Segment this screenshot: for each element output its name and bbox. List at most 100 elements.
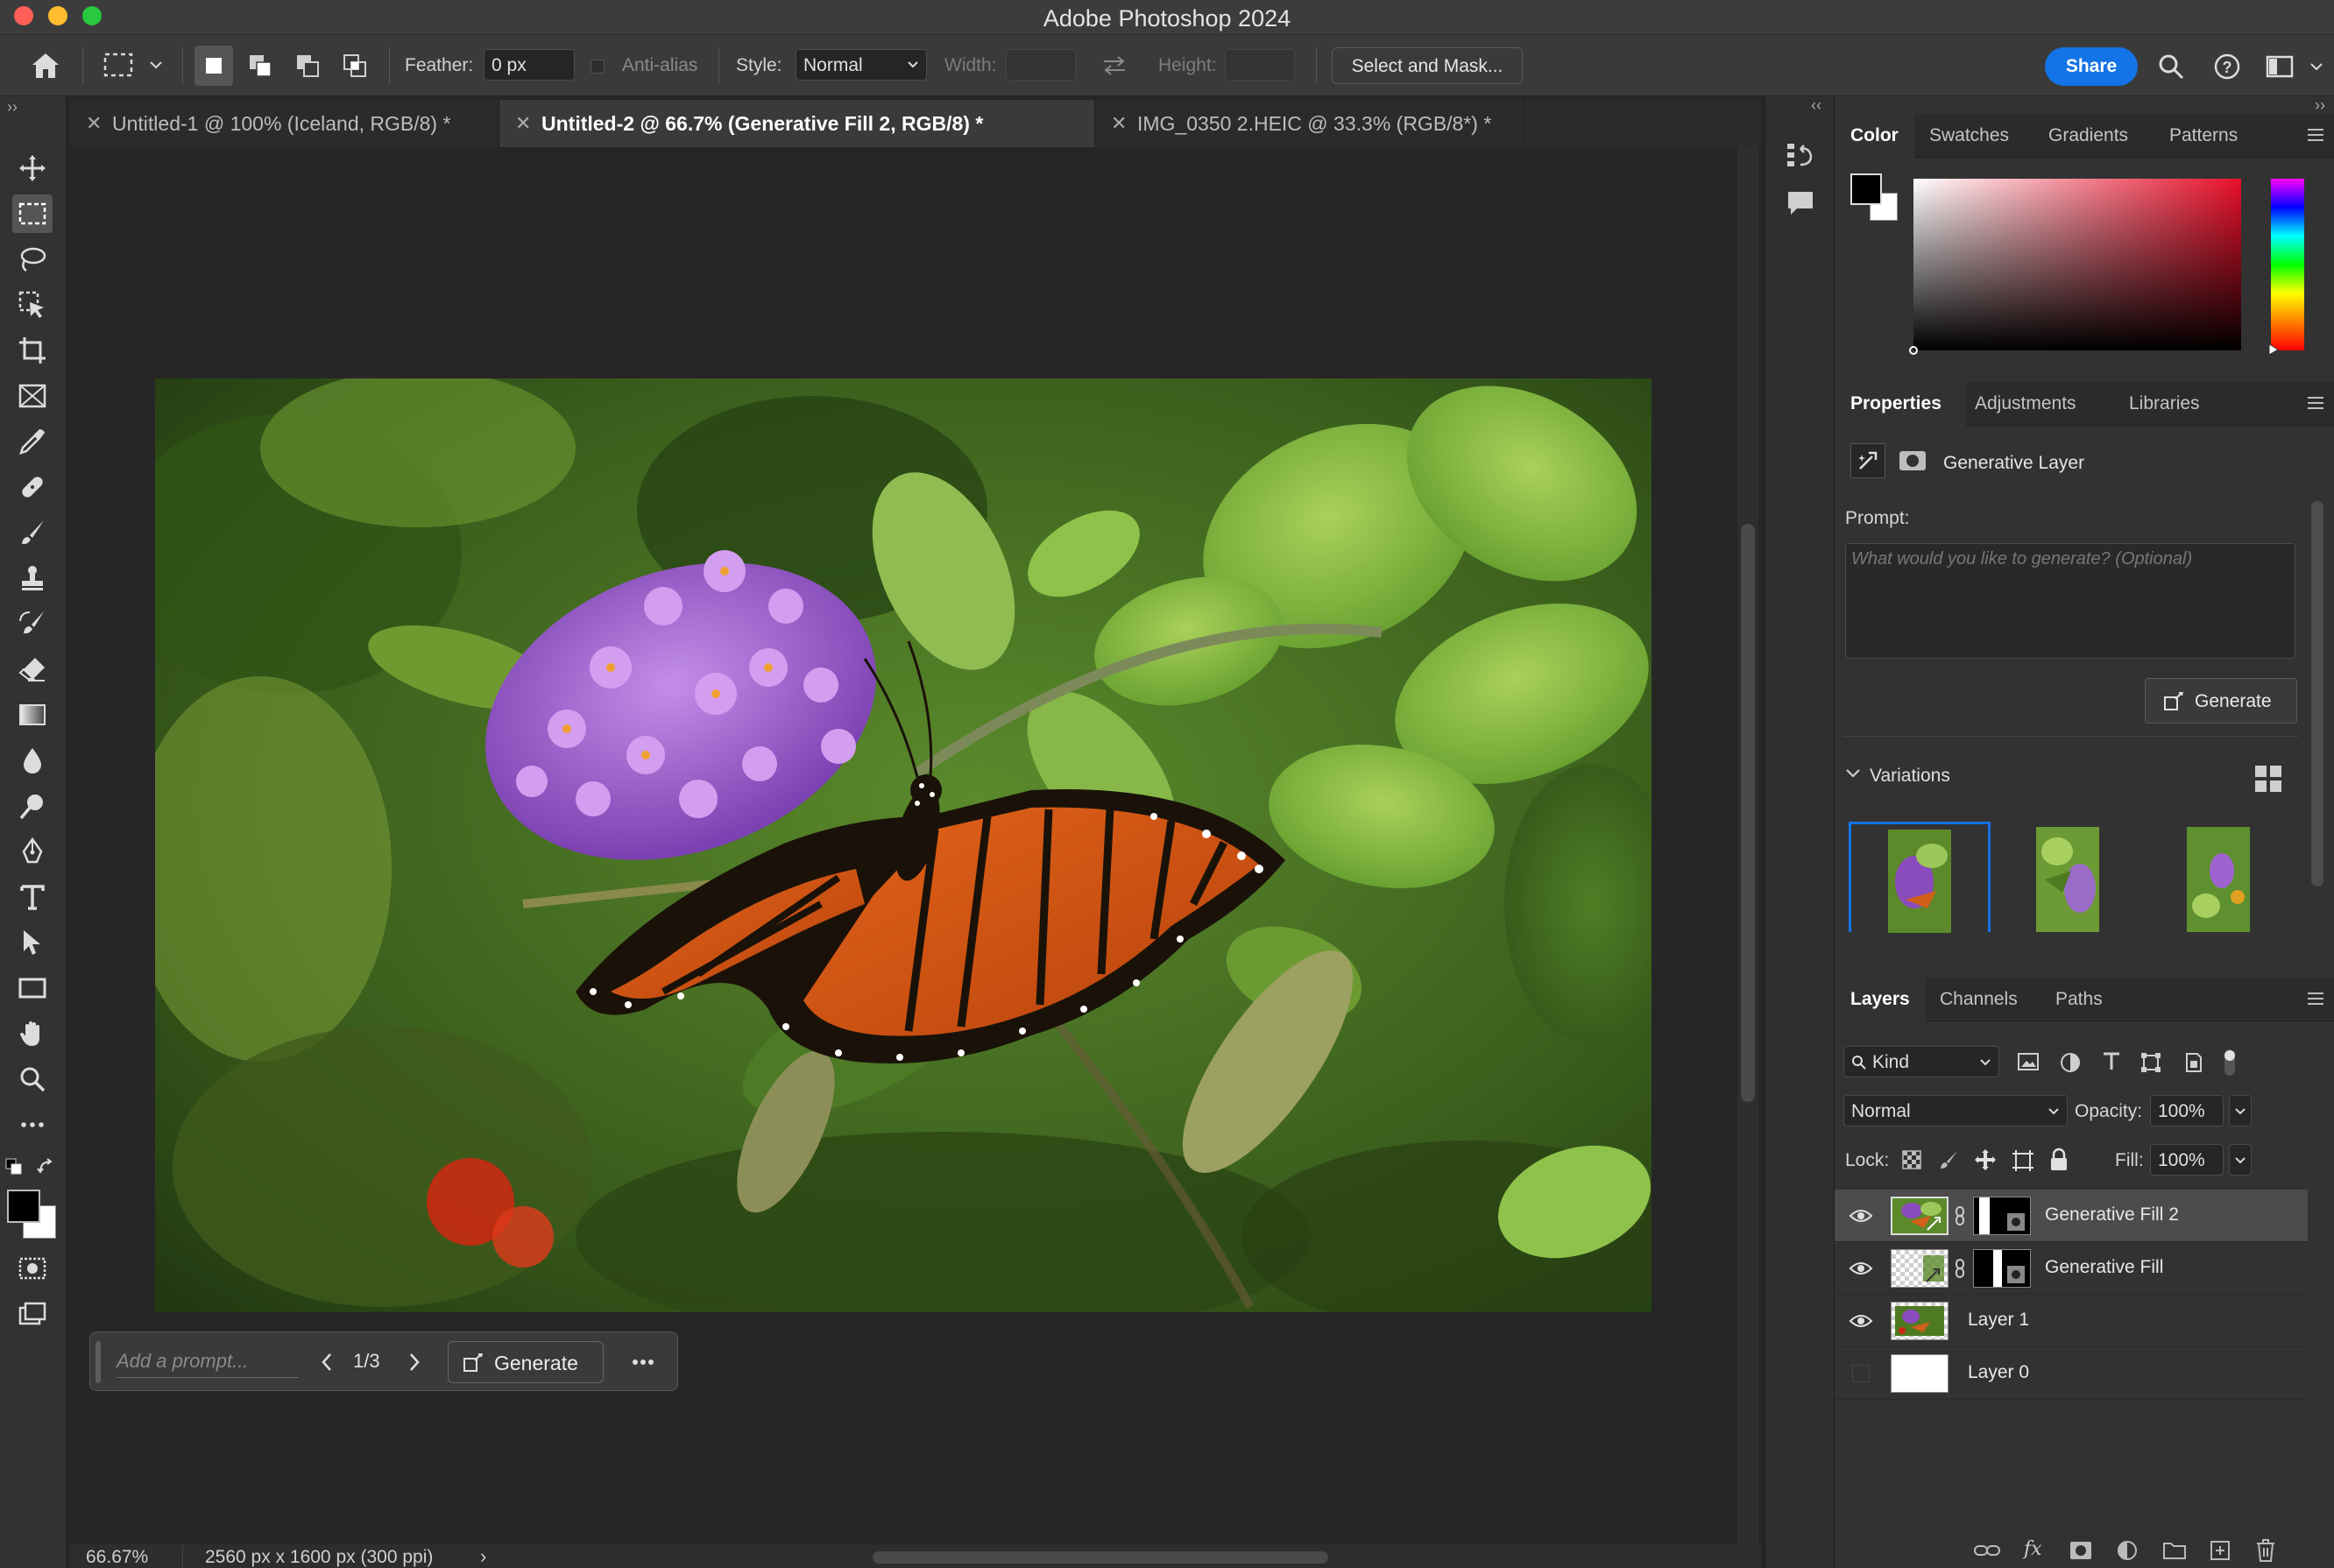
frame-tool-icon[interactable]: [12, 377, 53, 415]
tab-untitled-2[interactable]: ✕ Untitled-2 @ 66.7% (Generative Fill 2,…: [499, 100, 1095, 147]
tab-swatches[interactable]: Swatches: [1929, 125, 2009, 146]
tab-img-0350[interactable]: ✕ IMG_0350 2.HEIC @ 33.3% (RGB/8*) *: [1095, 100, 1524, 147]
chevron-down-icon[interactable]: [1845, 767, 1861, 780]
tab-properties[interactable]: Properties: [1850, 393, 1941, 414]
mask-icon[interactable]: [1898, 449, 1927, 472]
brush-tool-icon[interactable]: [12, 513, 53, 552]
foreground-color-swatch[interactable]: [1850, 173, 1882, 205]
layer-mask-thumbnail[interactable]: [1973, 1249, 2031, 1288]
anti-alias-checkbox[interactable]: [591, 60, 605, 74]
generate-button[interactable]: Generate: [448, 1341, 604, 1383]
layer-name[interactable]: Layer 1: [1968, 1310, 2029, 1331]
saturation-brightness-field[interactable]: [1909, 179, 2241, 355]
lock-transparency-icon[interactable]: [1901, 1149, 1922, 1170]
close-icon[interactable]: ✕: [1111, 112, 1127, 135]
add-mask-icon[interactable]: [2069, 1540, 2092, 1561]
more-tools-icon[interactable]: [12, 1105, 53, 1144]
tab-paths[interactable]: Paths: [2055, 989, 2103, 1010]
width-input[interactable]: [1006, 49, 1076, 81]
layer-row-generative-fill-2[interactable]: Generative Fill 2: [1835, 1190, 2308, 1242]
grid-view-icon[interactable]: [2253, 764, 2283, 794]
lock-position-icon[interactable]: [1973, 1148, 1998, 1172]
chevron-down-icon[interactable]: [2309, 61, 2323, 72]
visibility-eye-icon[interactable]: [1849, 1260, 1873, 1277]
document-canvas[interactable]: [155, 378, 1651, 1312]
swap-dimensions-icon[interactable]: [1100, 54, 1128, 77]
visibility-eye-icon[interactable]: [1849, 1312, 1873, 1330]
tab-patterns[interactable]: Patterns: [2169, 125, 2238, 146]
prompt-textarea[interactable]: What would you like to generate? (Option…: [1845, 543, 2295, 659]
tab-color[interactable]: Color: [1850, 125, 1899, 146]
filter-toggle-icon[interactable]: [2222, 1048, 2238, 1077]
tab-layers[interactable]: Layers: [1850, 989, 1910, 1010]
tab-gradients[interactable]: Gradients: [2048, 125, 2128, 146]
canvas-area[interactable]: Add a prompt... 1/3 Generate: [70, 147, 1730, 1544]
more-options-icon[interactable]: [630, 1352, 656, 1373]
marquee-preset-icon[interactable]: [103, 53, 133, 79]
layer-row-generative-fill[interactable]: Generative Fill: [1835, 1242, 2308, 1295]
layer-thumbnail[interactable]: [1891, 1249, 1949, 1288]
healing-brush-tool-icon[interactable]: [12, 468, 53, 506]
home-icon[interactable]: [30, 51, 61, 81]
visibility-toggle-off[interactable]: [1852, 1365, 1870, 1382]
vertical-scroll-thumb[interactable]: [1741, 524, 1755, 1102]
zoom-level[interactable]: 66.67%: [86, 1547, 148, 1568]
tab-untitled-1[interactable]: ✕ Untitled-1 @ 100% (Iceland, RGB/8) *: [70, 100, 499, 147]
document-info[interactable]: 2560 px x 1600 px (300 ppi): [205, 1547, 433, 1568]
link-icon[interactable]: [1954, 1258, 1966, 1279]
new-fill-adjustment-icon[interactable]: [2117, 1540, 2138, 1561]
layer-filter-select[interactable]: Kind: [1843, 1046, 1999, 1077]
dodge-tool-icon[interactable]: [12, 787, 53, 825]
feather-input[interactable]: 0 px: [484, 49, 575, 81]
pen-tool-icon[interactable]: [12, 832, 53, 871]
history-brush-tool-icon[interactable]: [12, 604, 53, 643]
layer-name[interactable]: Generative Fill: [2045, 1257, 2163, 1278]
gradient-tool-icon[interactable]: [12, 696, 53, 734]
share-button[interactable]: Share: [2045, 47, 2138, 86]
panel-menu-icon[interactable]: [2306, 396, 2325, 410]
layer-name[interactable]: Generative Fill 2: [2045, 1204, 2179, 1225]
clone-stamp-tool-icon[interactable]: [12, 559, 53, 597]
lock-image-pixels-icon[interactable]: [1938, 1149, 1959, 1170]
search-icon[interactable]: [2157, 53, 2185, 81]
rectangular-marquee-tool-icon[interactable]: [12, 194, 53, 233]
filter-smart-object-icon[interactable]: [2182, 1051, 2204, 1074]
close-icon[interactable]: ✕: [86, 112, 102, 135]
properties-generate-button[interactable]: Generate: [2145, 678, 2297, 724]
previous-variation-icon[interactable]: [320, 1352, 334, 1373]
next-variation-icon[interactable]: [407, 1352, 421, 1373]
collapse-panels-icon[interactable]: ‹‹: [1811, 96, 1821, 115]
foreground-color-swatch[interactable]: [7, 1190, 40, 1223]
filter-type-icon[interactable]: [2101, 1051, 2122, 1072]
layer-thumbnail[interactable]: [1891, 1197, 1949, 1235]
move-tool-icon[interactable]: [12, 149, 53, 187]
filter-pixel-icon[interactable]: [2017, 1051, 2040, 1072]
opacity-dropdown[interactable]: [2229, 1095, 2252, 1127]
default-colors-icon[interactable]: [5, 1158, 23, 1176]
blend-mode-select[interactable]: Normal: [1843, 1095, 2068, 1127]
link-icon[interactable]: [1954, 1205, 1966, 1226]
variation-thumb-2[interactable]: [2036, 827, 2099, 932]
rectangle-tool-icon[interactable]: [12, 969, 53, 1007]
new-group-icon[interactable]: [2162, 1540, 2187, 1561]
panel-menu-icon[interactable]: [2306, 128, 2325, 142]
swap-colors-icon[interactable]: [37, 1158, 56, 1177]
color-picker-cursor[interactable]: [1909, 346, 1918, 355]
drag-handle[interactable]: [95, 1341, 101, 1383]
tab-channels[interactable]: Channels: [1940, 989, 2018, 1010]
collapse-right-panel-icon[interactable]: ››: [2315, 96, 2325, 115]
visibility-eye-icon[interactable]: [1849, 1207, 1873, 1225]
delete-layer-icon[interactable]: [2255, 1538, 2276, 1563]
intersect-selection-button[interactable]: [336, 46, 375, 86]
panel-menu-icon[interactable]: [2306, 992, 2325, 1006]
new-layer-icon[interactable]: [2210, 1540, 2231, 1561]
collapse-toolbar-icon[interactable]: ››: [7, 98, 18, 117]
new-selection-button[interactable]: [194, 46, 233, 86]
layer-thumbnail[interactable]: [1891, 1354, 1949, 1393]
zoom-tool-icon[interactable]: [12, 1060, 53, 1098]
workspace-icon[interactable]: [2266, 54, 2295, 79]
style-select[interactable]: Normal: [796, 49, 927, 81]
chevron-down-icon[interactable]: [149, 60, 163, 70]
crop-tool-icon[interactable]: [12, 331, 53, 370]
screen-mode-icon[interactable]: [12, 1295, 53, 1333]
